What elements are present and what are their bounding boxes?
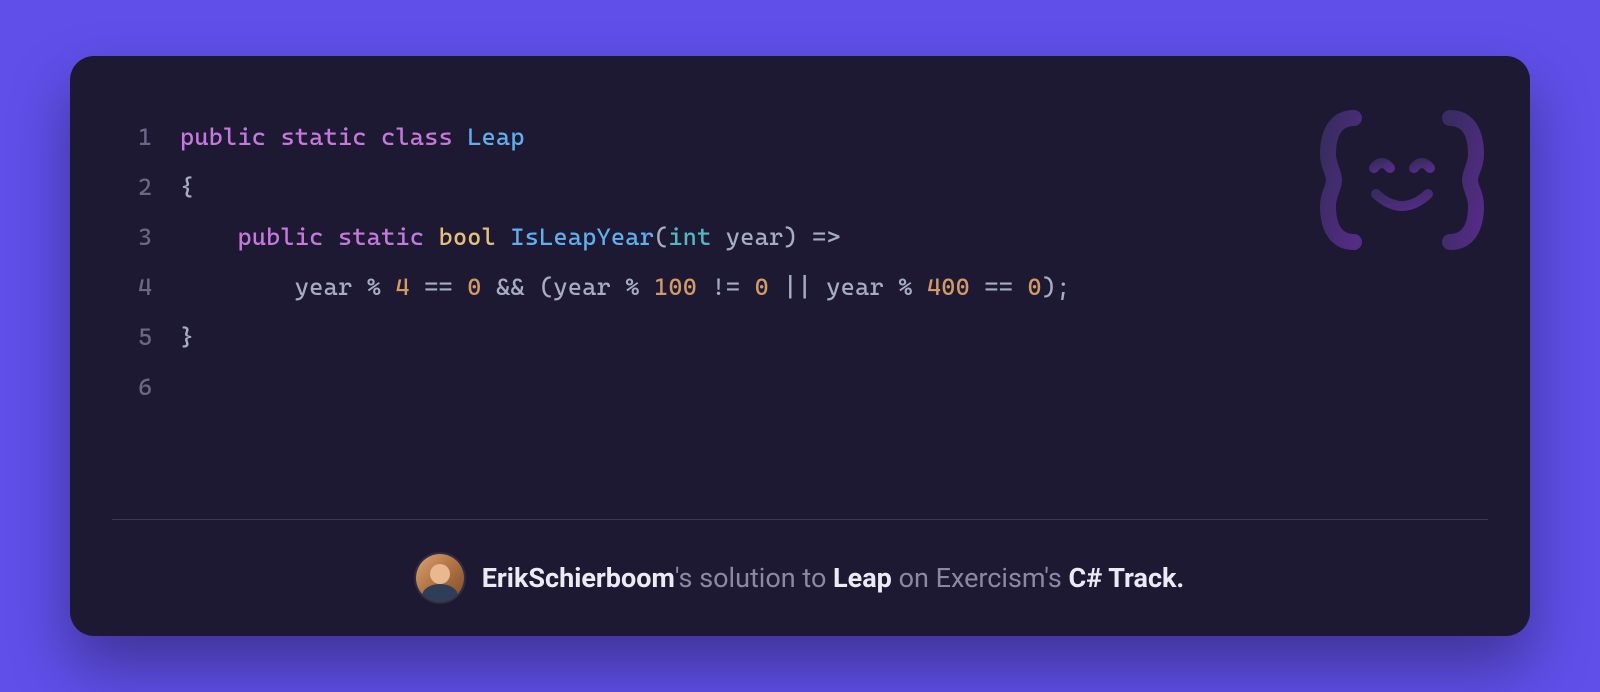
code-content: } — [180, 312, 194, 362]
code-line: 5} — [112, 312, 1488, 362]
line-number: 1 — [112, 112, 180, 162]
solution-card: 1public static class Leap2{3 public stat… — [70, 56, 1530, 636]
line-number: 2 — [112, 162, 180, 212]
code-line: 2{ — [112, 162, 1488, 212]
line-number: 3 — [112, 212, 180, 262]
username: ErikSchierboom — [482, 562, 675, 594]
platform-name: Exercism — [936, 562, 1045, 594]
code-line: 3 public static bool IsLeapYear(int year… — [112, 212, 1488, 262]
code-content: year % 4 == 0 && (year % 100 != 0 || yea… — [180, 262, 1071, 312]
code-block: 1public static class Leap2{3 public stat… — [112, 112, 1488, 519]
code-content: public static bool IsLeapYear(int year) … — [180, 212, 841, 262]
line-number: 6 — [112, 362, 180, 412]
code-content: { — [180, 162, 194, 212]
track-name: C# Track. — [1069, 562, 1185, 594]
line-number: 4 — [112, 262, 180, 312]
avatar — [416, 554, 464, 602]
code-content: public static class Leap — [180, 112, 525, 162]
attribution-text: ErikSchierboom's solution to Leap on Exe… — [482, 562, 1185, 594]
code-line: 4 year % 4 == 0 && (year % 100 != 0 || y… — [112, 262, 1488, 312]
exercise-name: Leap — [833, 562, 892, 594]
attribution-footer: ErikSchierboom's solution to Leap on Exe… — [112, 520, 1488, 636]
code-line: 6 — [112, 362, 1488, 412]
code-line: 1public static class Leap — [112, 112, 1488, 162]
line-number: 5 — [112, 312, 180, 362]
